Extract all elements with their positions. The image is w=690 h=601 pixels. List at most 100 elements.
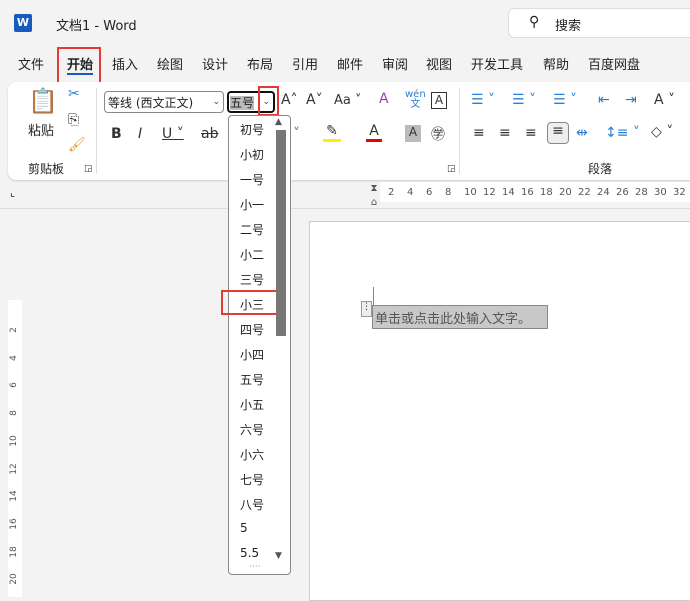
- font-size-option[interactable]: 七号: [240, 471, 264, 488]
- font-size-option[interactable]: 初号: [240, 121, 264, 138]
- indent-marker-icon[interactable]: ⧗ ⌂: [367, 182, 381, 210]
- ruler-tick-label: 6: [426, 187, 433, 198]
- ruler-tick-label: 14: [9, 490, 19, 502]
- dialog-launcher-icon[interactable]: ◲: [447, 164, 456, 174]
- cut-icon[interactable]: ✂: [68, 86, 80, 102]
- ruler-tick-label: 16: [9, 518, 19, 530]
- font-size-option[interactable]: 三号: [240, 271, 264, 288]
- font-size-option[interactable]: 五号: [240, 371, 264, 388]
- numbering-icon[interactable]: ☰ ˅: [512, 92, 536, 108]
- align-right-icon[interactable]: ≡: [525, 125, 537, 141]
- grow-font-icon[interactable]: A˄: [281, 92, 298, 108]
- tab-draw[interactable]: 绘图: [157, 54, 183, 73]
- paste-icon[interactable]: 📋: [28, 87, 58, 119]
- dialog-launcher-icon[interactable]: ◲: [84, 164, 93, 174]
- content-control-placeholder[interactable]: 单击或点击此处输入文字。: [372, 305, 548, 329]
- highlight-box-size-dropdown: [258, 86, 279, 116]
- tab-help[interactable]: 帮助: [543, 54, 569, 73]
- window-title: 文档1 - Word: [56, 19, 137, 34]
- ruler-tick-label: 10: [464, 187, 477, 198]
- ruler-tick-label: 2: [388, 187, 395, 198]
- font-size-option[interactable]: 5: [240, 521, 248, 535]
- scrollbar-thumb[interactable]: [276, 130, 286, 336]
- document-page[interactable]: [309, 221, 690, 601]
- ruler-tick-label: 26: [616, 187, 629, 198]
- ruler-tick-label: 22: [578, 187, 591, 198]
- tab-file[interactable]: 文件: [18, 54, 44, 73]
- content-control-handle-icon[interactable]: ⋮: [361, 301, 372, 317]
- clear-formatting-icon[interactable]: A: [379, 91, 389, 107]
- tab-mailings[interactable]: 邮件: [337, 54, 363, 73]
- font-size-option[interactable]: 小五: [240, 396, 264, 413]
- scroll-up-icon[interactable]: ▲: [275, 117, 282, 127]
- font-size-option[interactable]: 小四: [240, 346, 264, 363]
- font-size-option[interactable]: 四号: [240, 321, 264, 338]
- tab-review[interactable]: 审阅: [382, 54, 408, 73]
- font-size-option[interactable]: 小初: [240, 146, 264, 163]
- ruler-tick-label: 20: [9, 573, 19, 586]
- ruler-tick-label: 4: [9, 354, 19, 361]
- tab-stop-icon[interactable]: ⌞: [10, 186, 15, 199]
- ruler-tick-label: 18: [540, 187, 553, 198]
- resize-grip-icon[interactable]: ····: [249, 562, 260, 572]
- text-cursor: [373, 287, 374, 305]
- tab-developer[interactable]: 开发工具: [471, 54, 523, 73]
- search-placeholder: 搜索: [555, 19, 582, 34]
- font-size-option[interactable]: 小六: [240, 446, 264, 463]
- font-size-value: 五号: [230, 96, 255, 110]
- ruler-tick-label: 2: [9, 327, 19, 333]
- align-center-icon[interactable]: ≡: [499, 125, 511, 141]
- font-color-icon[interactable]: A: [366, 123, 382, 142]
- font-size-option[interactable]: 小一: [240, 196, 264, 213]
- shrink-font-icon[interactable]: A˅: [306, 92, 323, 108]
- multilevel-list-icon[interactable]: ☰ ˅: [553, 92, 577, 108]
- character-shading-icon[interactable]: A: [405, 125, 421, 142]
- enclose-characters-icon[interactable]: ㊫: [431, 124, 445, 144]
- asian-layout-icon[interactable]: A ˅: [654, 92, 675, 108]
- font-size-option[interactable]: 5.5: [240, 546, 259, 560]
- italic-icon[interactable]: I: [138, 126, 142, 142]
- font-size-option[interactable]: 六号: [240, 421, 264, 438]
- strikethrough-icon[interactable]: ab: [201, 126, 218, 142]
- underline-icon[interactable]: U ˅: [162, 126, 184, 142]
- tab-baidu[interactable]: 百度网盘: [588, 54, 640, 73]
- copy-icon[interactable]: ⎘: [68, 112, 79, 128]
- justify-icon[interactable]: ≡: [547, 122, 569, 144]
- font-name-select[interactable]: 等线 (西文正文) ⌄: [104, 91, 224, 113]
- shading-icon[interactable]: ◇ ˅: [651, 124, 673, 140]
- font-size-option[interactable]: 小二: [240, 246, 264, 263]
- font-size-option[interactable]: 八号: [240, 496, 264, 513]
- character-border-icon[interactable]: A: [431, 92, 447, 109]
- tab-references[interactable]: 引用: [292, 54, 318, 73]
- tab-design[interactable]: 设计: [202, 54, 228, 73]
- decrease-indent-icon[interactable]: ⇤: [598, 92, 610, 108]
- ruler-tick-label: 20: [559, 187, 572, 198]
- bullets-icon[interactable]: ☰ ˅: [471, 92, 495, 108]
- align-left-icon[interactable]: ≡: [473, 125, 485, 141]
- paste-button[interactable]: 粘贴: [28, 120, 54, 139]
- phonetic-guide-icon[interactable]: wén 文: [405, 90, 426, 110]
- text-effects-icon[interactable]: ˅: [293, 126, 300, 142]
- ruler-tick-label: 16: [521, 187, 534, 198]
- increase-indent-icon[interactable]: ⇥: [625, 92, 637, 108]
- search-input[interactable]: ⚲ 搜索: [508, 8, 690, 38]
- change-case-icon[interactable]: Aa ˅: [334, 93, 362, 108]
- distributed-icon[interactable]: ⇹: [576, 125, 588, 141]
- highlight-box-option: [221, 290, 280, 315]
- line-spacing-icon[interactable]: ↕≡ ˅: [605, 125, 640, 141]
- scroll-down-icon[interactable]: ▼: [275, 551, 282, 561]
- font-size-option[interactable]: 一号: [240, 171, 264, 188]
- ruler-tick-label: 8: [445, 187, 452, 198]
- font-size-option[interactable]: 二号: [240, 221, 264, 238]
- tab-view[interactable]: 视图: [426, 54, 452, 73]
- tab-layout[interactable]: 布局: [247, 54, 273, 73]
- bold-icon[interactable]: B: [111, 126, 122, 142]
- format-painter-icon[interactable]: 🖌: [68, 137, 86, 153]
- tab-insert[interactable]: 插入: [112, 54, 138, 73]
- ruler-tick-label: 18: [9, 545, 19, 558]
- ruler-tick-label: 10: [9, 435, 19, 447]
- highlight-color-icon[interactable]: ✎: [323, 123, 341, 142]
- paragraph-group-label: 段落: [588, 162, 613, 176]
- chevron-down-icon: ⌄: [212, 97, 220, 107]
- divider: [0, 208, 690, 209]
